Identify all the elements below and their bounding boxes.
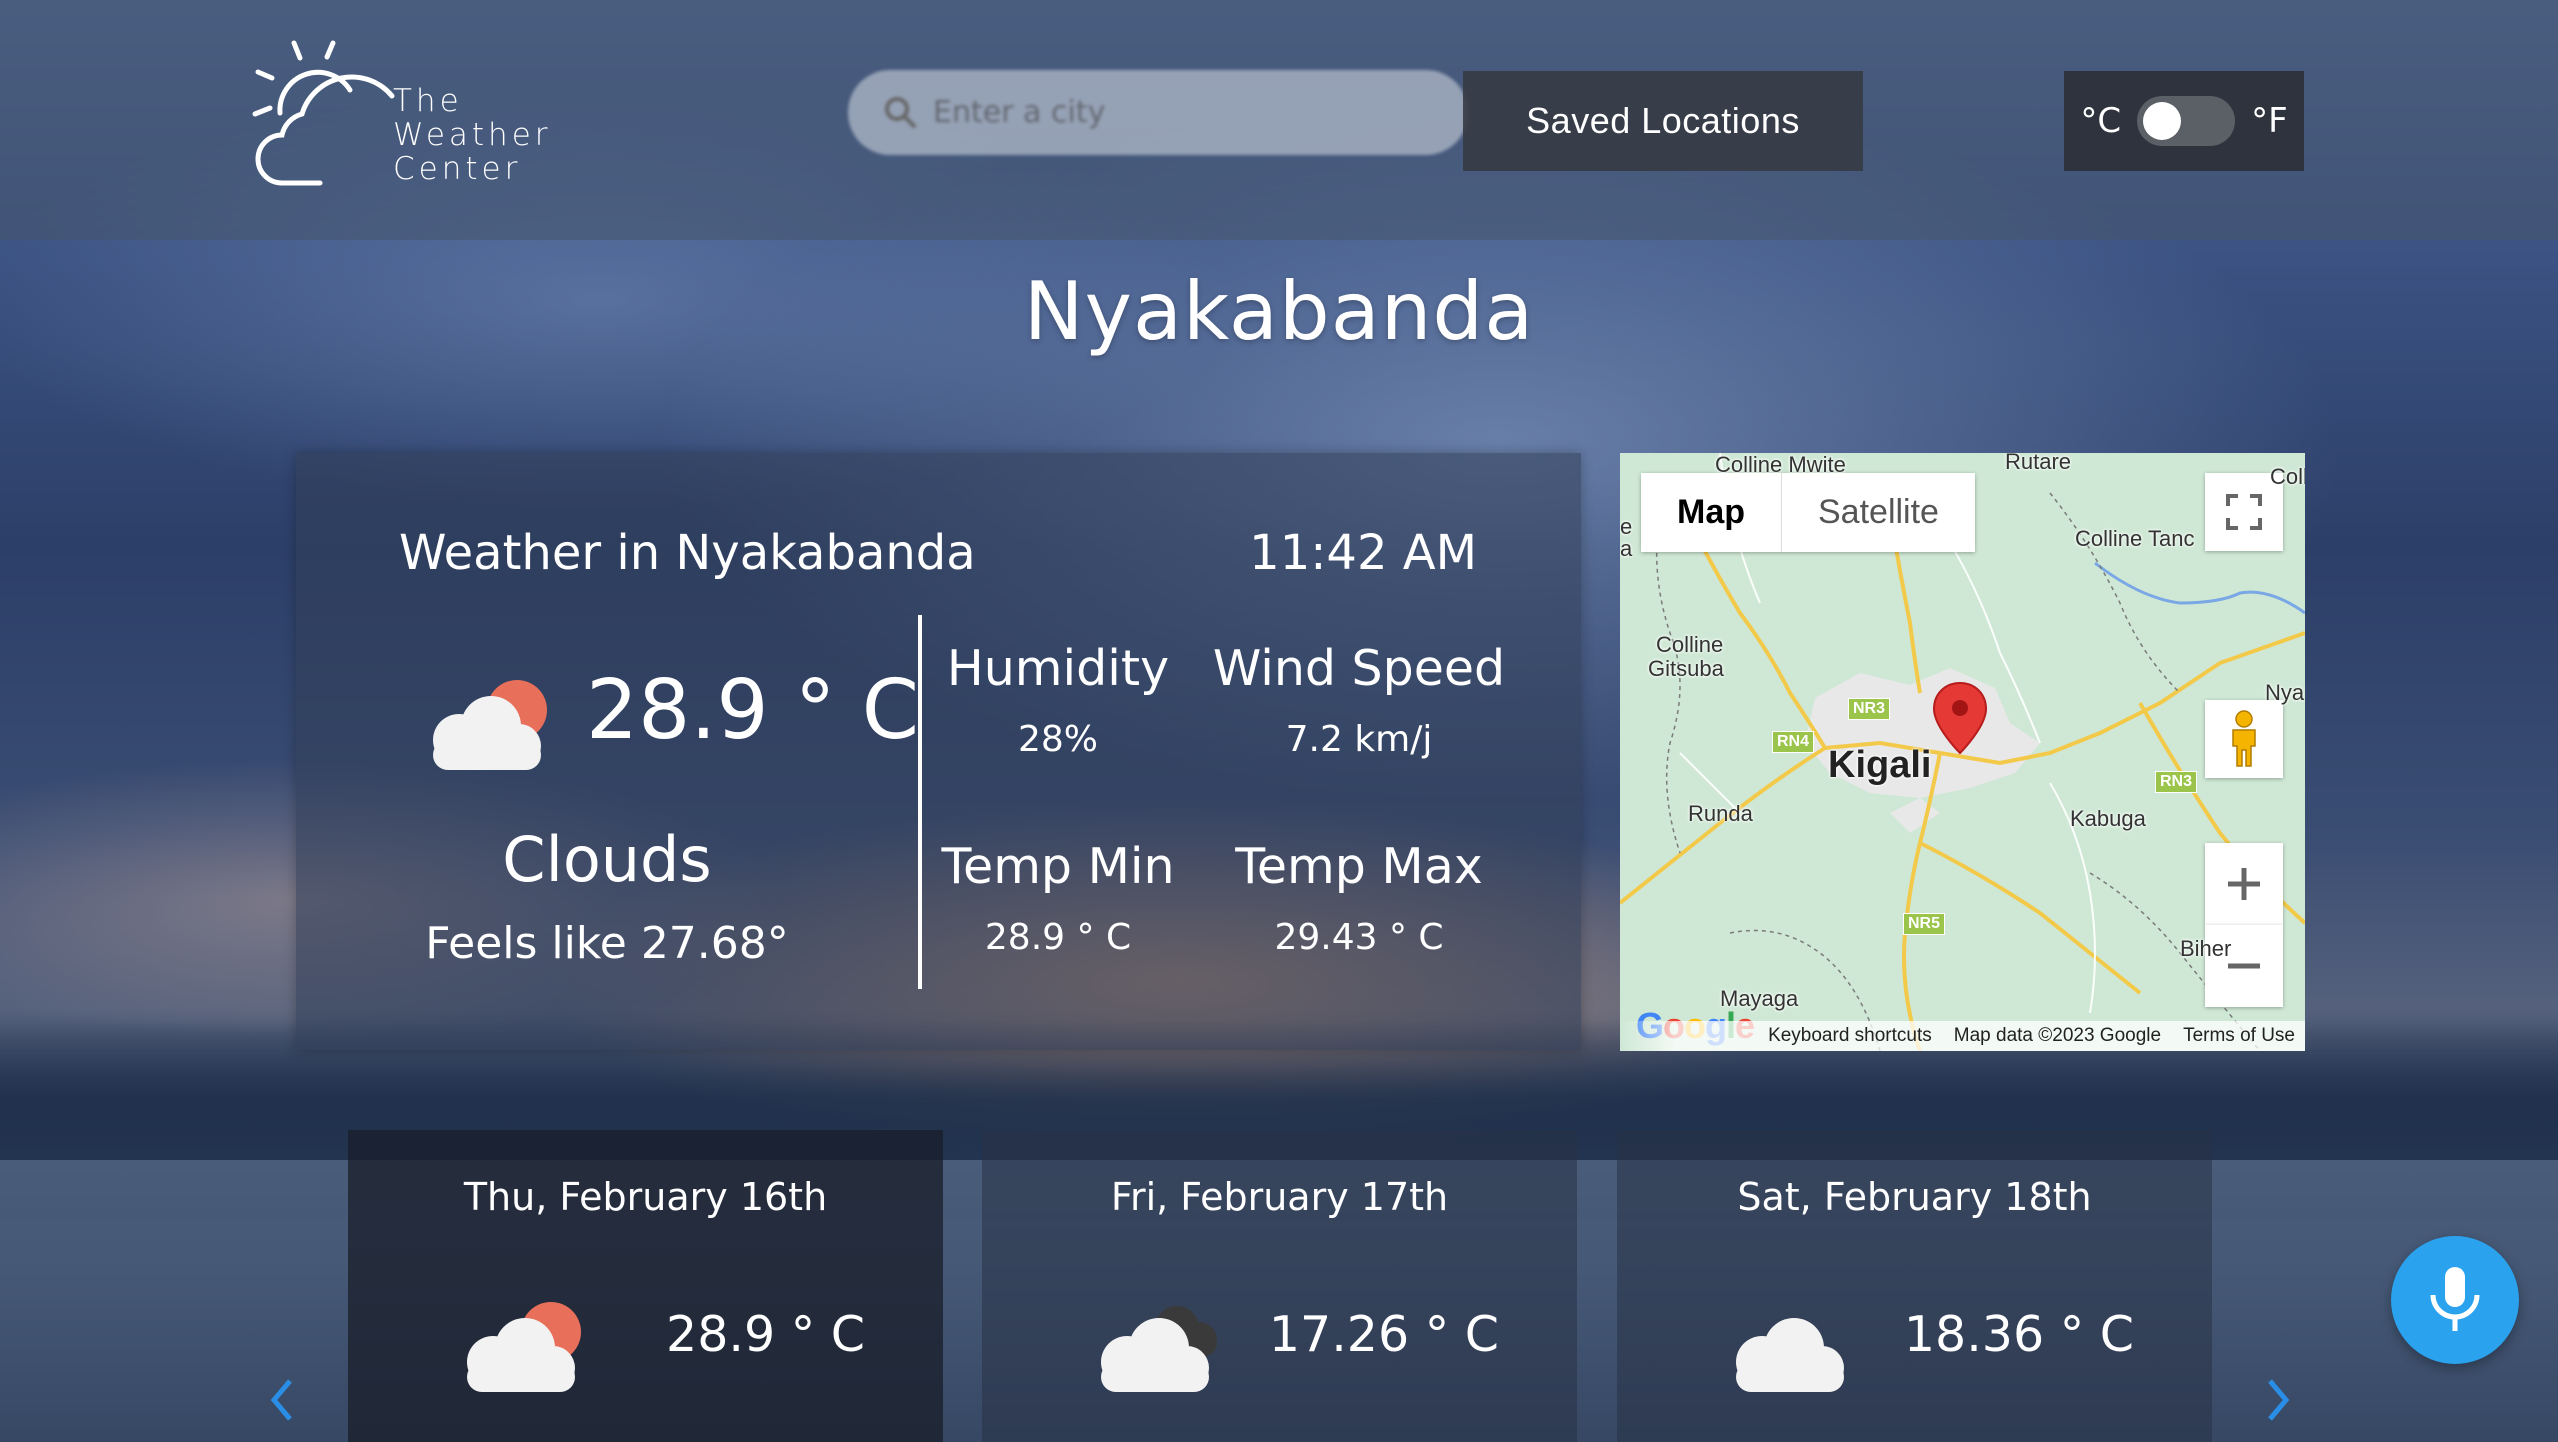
- forecast-prev-button[interactable]: [256, 1370, 306, 1430]
- zoom-in-button[interactable]: [2205, 843, 2283, 925]
- temp-max-stat: Temp Max 29.43 ° C: [1209, 838, 1509, 958]
- chevron-left-icon: [270, 1379, 292, 1421]
- header-bar: The Weather Center Saved Locations °C °F: [0, 0, 2558, 240]
- forecast-card[interactable]: Sat, February 18th 18.36 ° C: [1617, 1130, 2212, 1442]
- unit-switch[interactable]: [2137, 96, 2236, 146]
- search-input[interactable]: [933, 88, 1433, 136]
- tab-map[interactable]: Map: [1641, 473, 1782, 552]
- map-footer: Keyboard shortcuts Map data ©2023 Google…: [1620, 1021, 2305, 1051]
- cloud-icon: [1736, 1318, 1844, 1392]
- current-time: 11:42 AM: [1249, 525, 1477, 581]
- map-type-tabs[interactable]: Map Satellite: [1641, 473, 1975, 552]
- fullscreen-icon: [2226, 494, 2262, 530]
- temp-min-stat: Temp Min 28.9 ° C: [928, 838, 1188, 958]
- forecast-date: Fri, February 17th: [1110, 1175, 1449, 1219]
- wind-speed-value: 7.2 km/j: [1285, 719, 1433, 760]
- logo-line-3: Center: [393, 151, 522, 187]
- current-temperature: 28.9 ° C: [586, 663, 919, 758]
- humidity-value: 28%: [1017, 719, 1098, 760]
- location-pin-icon[interactable]: [1932, 681, 1988, 755]
- keyboard-shortcuts-link[interactable]: Keyboard shortcuts: [1768, 1025, 1932, 1047]
- voice-search-button[interactable]: [2391, 1236, 2519, 1364]
- forecast-temperature: 28.9 ° C: [666, 1306, 865, 1363]
- map-label-colline-tanda: Colline Tanc: [2075, 526, 2195, 551]
- search-icon: [885, 97, 916, 128]
- temp-max-label: Temp Max: [1235, 838, 1483, 895]
- map-label-colline-gitsuba: Colline Gitsuba: [1648, 633, 1724, 681]
- humidity-label: Humidity: [946, 640, 1170, 697]
- unit-toggle[interactable]: °C °F: [2064, 71, 2304, 171]
- pegman-icon: [2232, 710, 2256, 767]
- map-label-kigali: Kigali: [1828, 744, 1932, 786]
- map-label-nya: Nya: [2265, 680, 2305, 705]
- fahrenheit-label: °F: [2251, 101, 2288, 141]
- logo-line-1: The: [393, 83, 463, 119]
- dark-clouds-icon: [1101, 1306, 1217, 1392]
- cloud-sun-icon: [433, 680, 547, 770]
- card-divider: [918, 615, 922, 989]
- tab-satellite[interactable]: Satellite: [1782, 473, 1975, 552]
- map-widget[interactable]: Map Satellite Colline Mwite Rutare Colli…: [1620, 453, 2305, 1051]
- search-bar[interactable]: [848, 70, 1468, 155]
- terms-of-use-link[interactable]: Terms of Use: [2183, 1025, 2295, 1047]
- forecast-temperature: 18.36 ° C: [1903, 1306, 2134, 1363]
- forecast-card[interactable]: Fri, February 17th 17.26 ° C: [982, 1130, 1577, 1442]
- microphone-icon: [2430, 1267, 2480, 1331]
- forecast-next-button[interactable]: [2254, 1370, 2304, 1430]
- road-badge-rn3: RN3: [2155, 771, 2198, 793]
- map-label-colline-gitsuba-line2: Gitsuba: [1648, 656, 1724, 681]
- temp-max-value: 29.43 ° C: [1274, 917, 1444, 958]
- logo-text: The Weather Center: [393, 84, 552, 186]
- map-label-colline-gitsuba-line1: Colline: [1656, 632, 1724, 657]
- temp-min-value: 28.9 ° C: [984, 917, 1132, 958]
- street-view-button[interactable]: [2205, 700, 2283, 778]
- road-badge-rn4: RN4: [1772, 731, 1815, 753]
- wind-speed-label: Wind Speed: [1212, 640, 1506, 697]
- chevron-right-icon: [2268, 1379, 2290, 1421]
- current-condition: Clouds: [502, 823, 712, 896]
- forecast-date: Sat, February 18th: [1737, 1175, 2092, 1219]
- road-badge-nr5: NR5: [1903, 913, 1946, 935]
- current-weather-title: Weather in Nyakabanda: [399, 525, 976, 581]
- map-label-runda: Runda: [1688, 801, 1753, 826]
- map-label-kabuga: Kabuga: [2070, 806, 2146, 831]
- forecast-card[interactable]: Thu, February 16th 28.9 ° C: [348, 1130, 943, 1442]
- logo-line-2: Weather: [393, 117, 552, 153]
- forecast-temperature: 17.26 ° C: [1268, 1306, 1499, 1363]
- humidity-stat: Humidity 28%: [928, 640, 1188, 760]
- plus-icon: [2228, 868, 2260, 900]
- saved-locations-button[interactable]: Saved Locations: [1463, 71, 1863, 171]
- celsius-label: °C: [2080, 101, 2122, 141]
- unit-switch-knob: [2143, 102, 2182, 140]
- cloud-sun-icon: [467, 1302, 581, 1392]
- forecast-date: Thu, February 16th: [463, 1175, 828, 1219]
- map-label-colline-mwite: Colline Mwite: [1715, 453, 1846, 477]
- map-label-rutare: Rutare: [2005, 453, 2072, 474]
- temp-min-label: Temp Min: [941, 838, 1175, 895]
- map-label-edge-a: a: [1620, 536, 1633, 561]
- map-label-colline-top-right: Colline: [2270, 464, 2305, 489]
- current-weather-card: Weather in Nyakabanda 11:42 AM 28.9 ° C …: [296, 453, 1581, 1050]
- city-title: Nyakabanda: [1023, 265, 1535, 358]
- wind-speed-stat: Wind Speed 7.2 km/j: [1209, 640, 1509, 760]
- feels-like: Feels like 27.68°: [425, 918, 789, 969]
- map-data-credit: Map data ©2023 Google: [1953, 1025, 2162, 1046]
- map-label-bihe: Biher: [2180, 936, 2232, 961]
- road-badge-nr3: NR3: [1848, 698, 1891, 720]
